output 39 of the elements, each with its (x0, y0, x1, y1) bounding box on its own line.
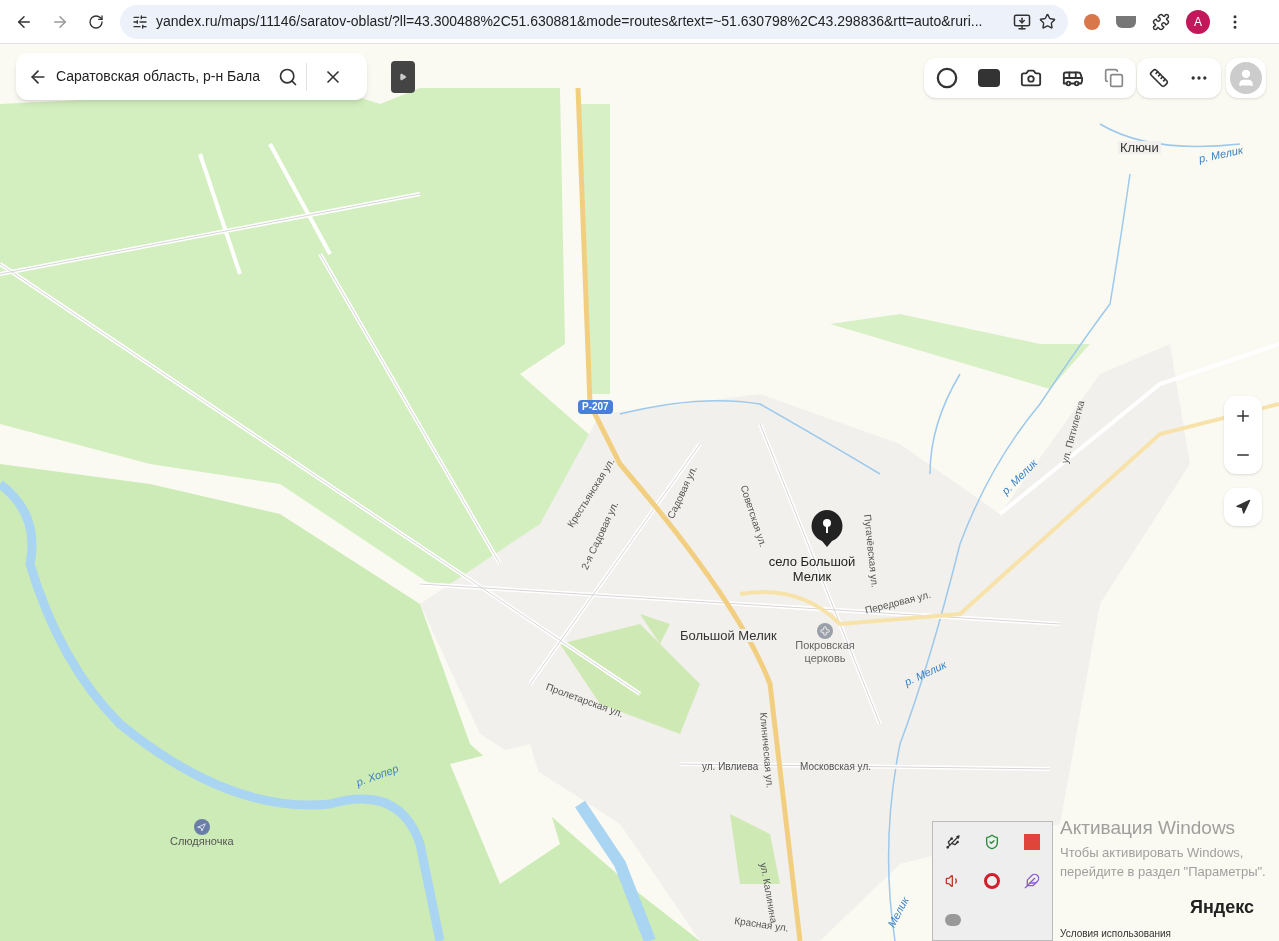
usb-icon[interactable] (944, 833, 961, 850)
camera-icon[interactable] (1020, 67, 1042, 89)
yandex-logo: Яндекс (1190, 896, 1255, 919)
search-input[interactable]: Саратовская область, р-н Бала (56, 66, 270, 87)
bookmark-icon[interactable] (1039, 13, 1056, 30)
shield-icon[interactable] (984, 833, 1001, 850)
ruler-icon[interactable] (1149, 68, 1169, 88)
site-settings-icon[interactable] (132, 13, 148, 30)
map-pin-icon[interactable] (809, 508, 845, 548)
pin-label[interactable]: село Большой Мелик (764, 554, 860, 584)
install-icon[interactable] (1013, 12, 1031, 31)
circle-icon[interactable] (936, 67, 958, 89)
profile-avatar[interactable]: A (1186, 9, 1210, 34)
feather-icon[interactable] (1024, 873, 1041, 889)
river-label: р. Хопер (355, 763, 400, 789)
location-arrow-icon[interactable] (1235, 499, 1251, 515)
reload-icon[interactable] (88, 13, 104, 30)
street-label: ул. Ивлиева (702, 762, 759, 772)
village-label: Ключи (1118, 141, 1161, 154)
river-label: р. Мелик (1198, 144, 1244, 165)
extensions-icon[interactable] (1152, 12, 1170, 31)
locate-button[interactable] (1224, 488, 1262, 526)
app-icon[interactable] (1024, 833, 1041, 850)
address-bar[interactable]: yandex.ru/maps/11146/saratov-oblast/?ll=43.300488%2C51.630881&mode=routes&rtext=~51.630798%2C43.298836&rtt=auto&ruri... (120, 4, 1068, 39)
poi-label[interactable]: Слюдяночка (170, 835, 234, 848)
poi-label[interactable]: Покровская церковь (790, 639, 860, 665)
village-label: Большой Мелик (678, 629, 779, 642)
activation-message: Чтобы активировать Windows, перейдите в раздел "Параметры". (1060, 843, 1267, 881)
play-icon[interactable] (399, 73, 407, 81)
layers-icon[interactable] (1104, 68, 1124, 88)
activation-title: Активация Windows (1060, 816, 1237, 840)
street-label: Пугачёвская ул. (862, 514, 880, 589)
search-bar[interactable]: Саратовская область, р-н Бала (16, 53, 367, 100)
street-label: Московская ул. (800, 762, 871, 772)
road-number-badge: Р-207 (578, 400, 613, 414)
street-label: Клиническая ул. (758, 712, 775, 789)
url-text[interactable]: yandex.ru/maps/11146/saratov-oblast/?ll=43.300488%2C51.630881&mode=routes&rtext=~51.630798%2C43.298836&rtt=auto&ruri... (156, 11, 1005, 32)
search-icon[interactable] (278, 66, 298, 87)
panel-toggle-button[interactable] (391, 61, 415, 93)
